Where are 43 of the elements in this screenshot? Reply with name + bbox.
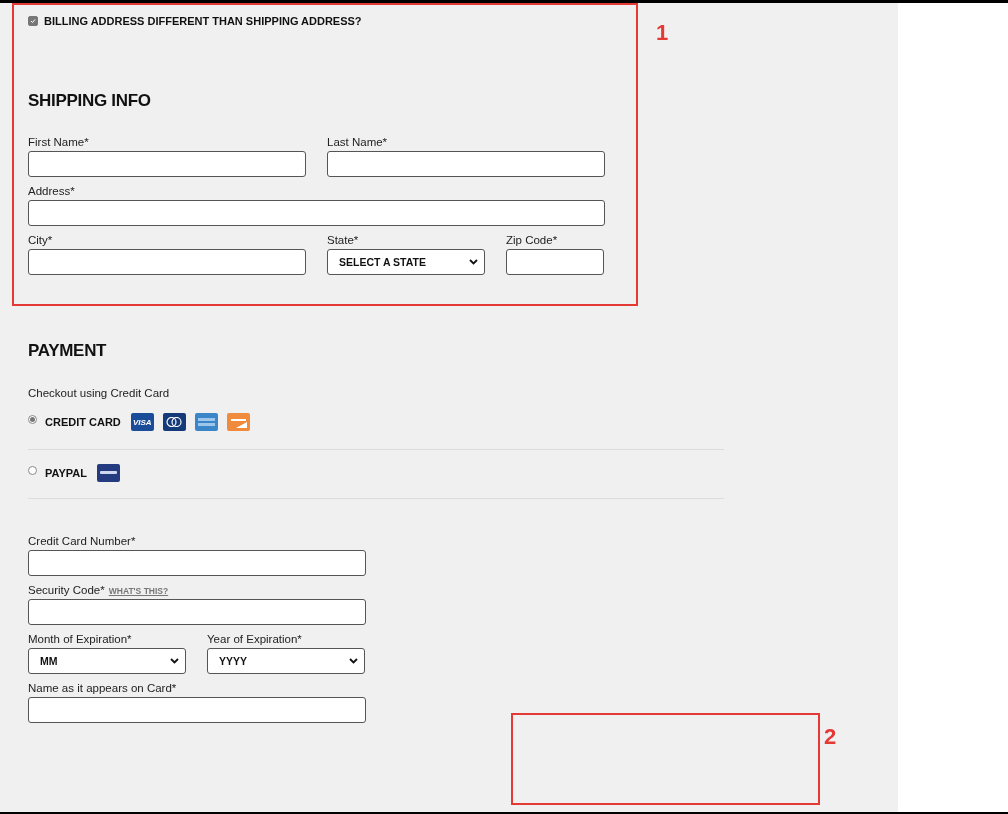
whats-this-link[interactable]: WHAT'S THIS?: [108, 586, 169, 596]
input-field[interactable]: [28, 151, 306, 177]
payment-method-label: PAYPAL: [45, 467, 87, 479]
input-field[interactable]: [28, 697, 366, 723]
field-label: Month of Expiration*: [28, 633, 132, 645]
amex-logo-icon: [194, 413, 218, 431]
field-label: Zip Code*: [506, 234, 558, 246]
checkbox-label: BILLING ADDRESS DIFFERENT THAN SHIPPING ADDRESS?: [44, 15, 362, 27]
input-field[interactable]: [28, 200, 605, 226]
payment-method-label: CREDIT CARD: [45, 416, 121, 428]
visa-logo-icon: VISA: [130, 413, 154, 431]
field-label: City*: [28, 234, 53, 246]
section-heading: SHIPPING INFO: [28, 91, 152, 111]
input-field[interactable]: [506, 249, 604, 275]
select-dropdown[interactable]: YYYY: [207, 648, 365, 674]
annotation-number: 1: [656, 20, 669, 46]
radio-button[interactable]: [28, 466, 37, 475]
field-label: Name as it appears on Card*: [28, 682, 177, 694]
field-label: Last Name*: [327, 136, 388, 148]
chevron-down-icon: [469, 259, 478, 265]
select-dropdown[interactable]: SELECT A STATE: [327, 249, 485, 275]
paypal-logo-icon: [97, 464, 120, 482]
field-label: Year of Expiration*: [207, 633, 302, 645]
checkmark-icon: [30, 18, 36, 24]
checkbox[interactable]: [28, 16, 38, 26]
input-field[interactable]: [28, 599, 366, 625]
annotation-number: 2: [824, 724, 837, 750]
radio-button[interactable]: [28, 415, 37, 424]
input-field[interactable]: [28, 550, 366, 576]
input-field[interactable]: [327, 151, 605, 177]
input-field[interactable]: [28, 249, 306, 275]
field-label: Address*: [28, 185, 75, 197]
payment-subtitle: Checkout using Credit Card: [28, 387, 171, 399]
select-dropdown[interactable]: MM: [28, 648, 186, 674]
field-label: First Name*: [28, 136, 89, 148]
discover-logo-icon: [226, 413, 250, 431]
field-label: Security Code*: [28, 584, 105, 596]
section-heading: PAYMENT: [28, 341, 108, 361]
field-label: State*: [327, 234, 359, 246]
field-label: Credit Card Number*: [28, 535, 136, 547]
mastercard-logo-icon: [162, 413, 186, 431]
chevron-down-icon: [349, 658, 358, 664]
chevron-down-icon: [170, 658, 179, 664]
